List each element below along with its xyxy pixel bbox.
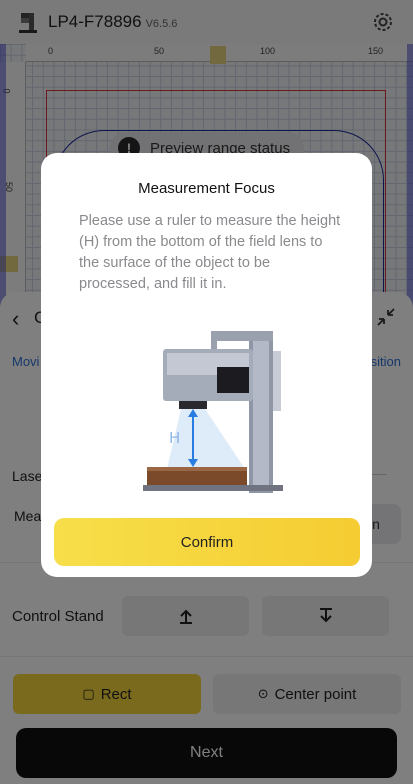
dialog-instructions: Please use a ruler to measure the height… (79, 213, 341, 292)
laser-height-illustration: H (143, 331, 283, 493)
height-label: H (169, 429, 180, 447)
measurement-focus-dialog: Measurement Focus Please use a ruler to … (41, 153, 372, 577)
confirm-button[interactable]: Confirm (54, 518, 360, 566)
dialog-title: Measurement Focus (138, 180, 275, 197)
